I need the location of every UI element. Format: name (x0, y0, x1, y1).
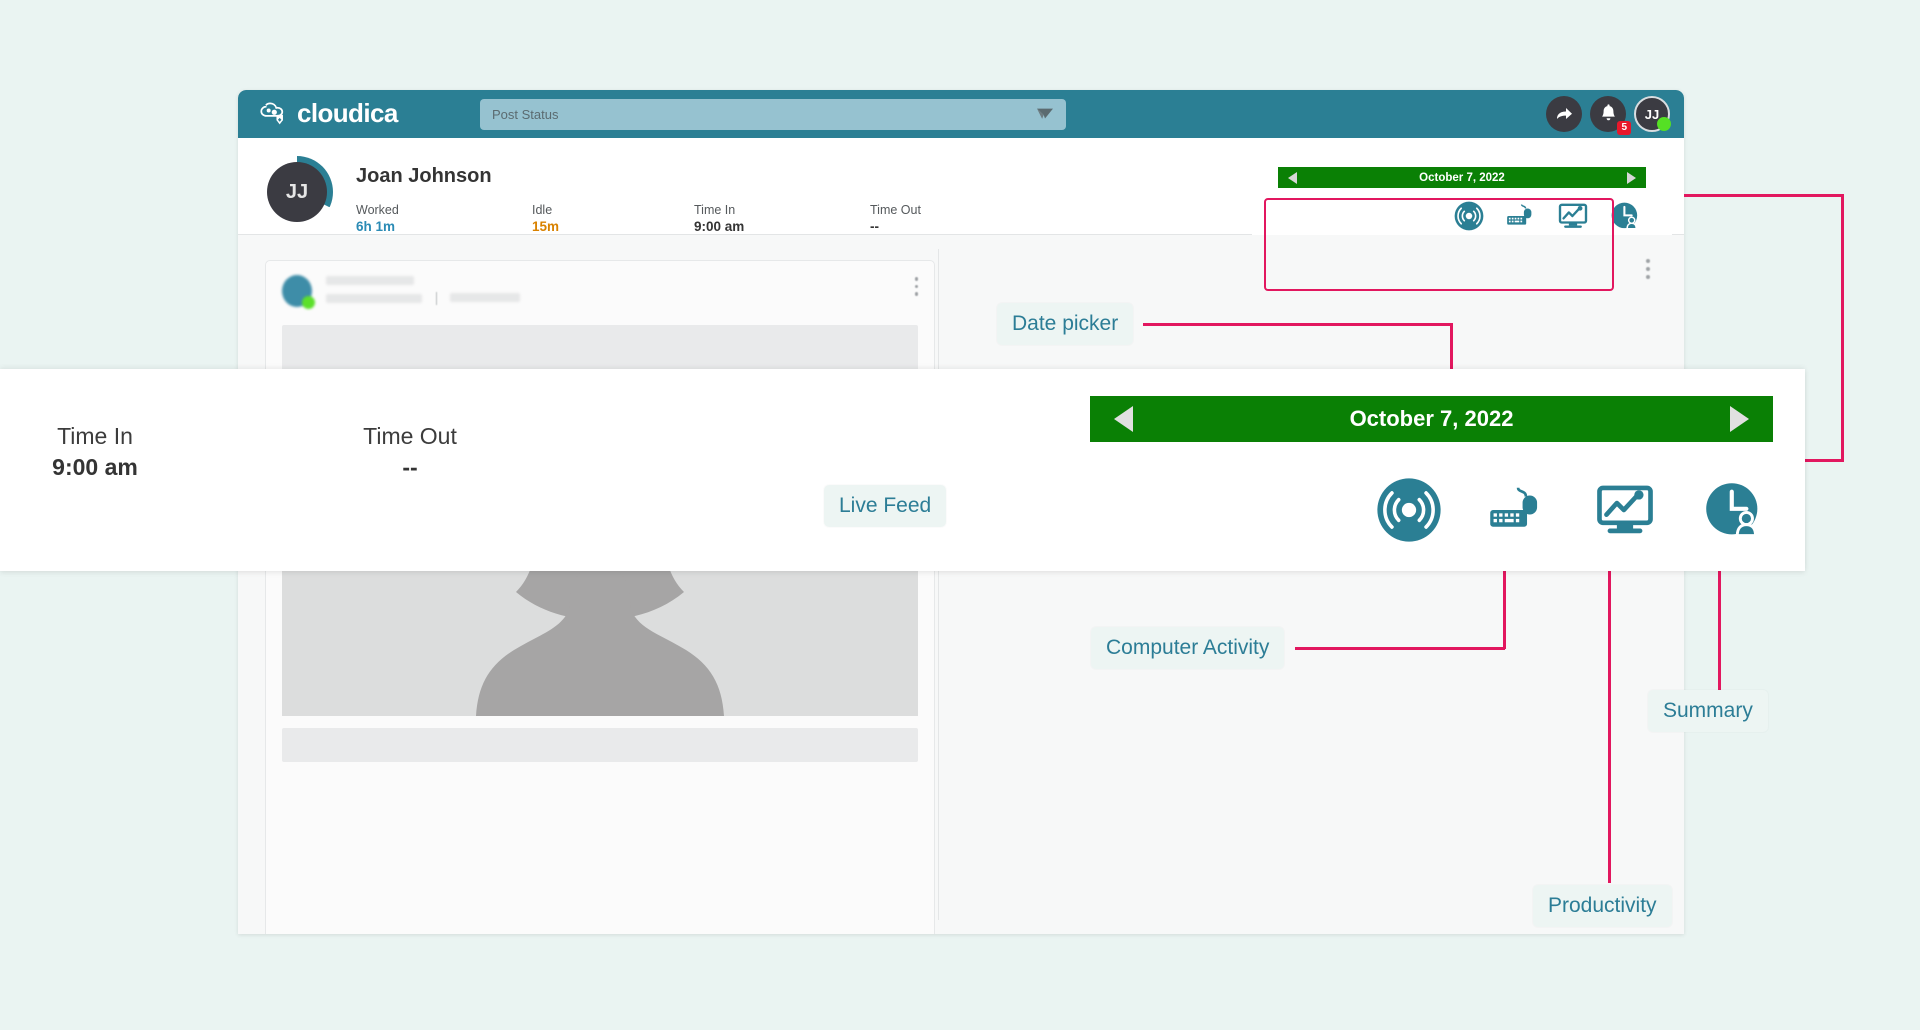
post-options-button[interactable] (914, 277, 918, 300)
online-status-dot (302, 296, 315, 309)
feed-area (238, 235, 1684, 934)
feed-post-meta (326, 276, 520, 308)
leader-line-productivity-v (1608, 530, 1611, 883)
leader-line-date-v1 (1841, 194, 1844, 461)
callout-live-feed: Live Feed (824, 485, 947, 527)
paper-plane-icon[interactable] (1036, 106, 1054, 122)
top-navigation-bar: cloudica Post Status 5 JJ (238, 90, 1684, 138)
profile-avatar-initials: JJ (267, 162, 327, 222)
magnified-date-next-icon[interactable] (1730, 406, 1749, 432)
user-avatar-button[interactable]: JJ (1634, 96, 1671, 132)
view-tool-panel: October 7, 2022 (1252, 159, 1672, 243)
magnified-time-out-label: Time Out (363, 423, 457, 449)
topbar-actions: 5 JJ (1546, 96, 1671, 135)
profile-header: JJ Joan Johnson Worked 6h 1m Idle 15m Ti… (238, 138, 1684, 243)
feed-column-divider (938, 249, 939, 920)
productivity-icon (1597, 485, 1653, 534)
profile-stats: Worked 6h 1m Idle 15m Time In 9:00 am Ti… (356, 202, 1020, 236)
magnified-time-out-value: -- (402, 454, 418, 480)
leader-line-date-h1 (1684, 194, 1844, 197)
magnified-view-mode-icons (1355, 477, 1787, 543)
share-button[interactable] (1546, 96, 1582, 132)
magnified-date-picker-label: October 7, 2022 (1349, 406, 1514, 431)
feed-options-button[interactable] (1646, 259, 1650, 283)
kebab-dot (914, 292, 918, 296)
stat-idle: Idle 15m (532, 202, 694, 236)
stat-time-in-label: Time In (694, 203, 736, 217)
post-status-input[interactable]: Post Status (480, 99, 1066, 130)
stat-worked-label: Worked (356, 203, 399, 217)
profile-name: Joan Johnson (356, 165, 492, 187)
screenshot-root: cloudica Post Status 5 JJ JJ Joan Johnso… (0, 0, 1920, 1030)
magnified-summary-button[interactable] (1679, 482, 1787, 538)
callout-summary: Summary (1648, 690, 1768, 732)
cloud-logo-icon (260, 102, 284, 125)
meta-divider (436, 292, 438, 305)
live-feed-button[interactable] (1454, 201, 1484, 231)
summary-button[interactable] (1610, 201, 1640, 231)
post-footer-placeholder (282, 728, 918, 762)
feed-post-avatar (282, 275, 316, 309)
post-text-placeholder (282, 325, 918, 371)
notification-badge: 5 (1617, 121, 1631, 135)
date-picker-label: October 7, 2022 (1419, 171, 1505, 184)
stat-time-in-value: 9:00 am (694, 219, 745, 234)
magnified-time-in-label: Time In (57, 423, 133, 449)
computer-activity-icon (1507, 204, 1532, 225)
kebab-dot (1646, 259, 1650, 263)
view-mode-icons (1454, 201, 1640, 231)
brand-name: cloudica (297, 98, 398, 128)
stat-worked-value: 6h 1m (356, 219, 396, 234)
share-arrow-icon (1557, 108, 1572, 119)
kebab-dot (914, 277, 918, 281)
stat-time-out: Time Out -- (870, 202, 1020, 236)
magnified-time-out: Time Out -- (340, 421, 480, 483)
magnified-productivity-button[interactable] (1571, 484, 1679, 536)
post-status-placeholder: Post Status (492, 107, 559, 122)
magnified-time-in-value: 9:00 am (52, 454, 138, 480)
live-feed-icon (1454, 201, 1484, 231)
feed-post-header (266, 261, 934, 309)
computer-activity-button[interactable] (1506, 201, 1536, 231)
stat-time-in: Time In 9:00 am (694, 202, 870, 236)
summary-icon (1611, 202, 1638, 230)
callout-productivity: Productivity (1533, 885, 1672, 927)
productivity-button[interactable] (1558, 201, 1588, 231)
magnified-time-in: Time In 9:00 am (45, 421, 145, 483)
magnified-date-prev-icon[interactable] (1114, 406, 1133, 432)
callout-computer-activity: Computer Activity (1091, 627, 1285, 669)
date-next-icon[interactable] (1627, 171, 1636, 184)
magnified-live-feed-button[interactable] (1355, 477, 1463, 543)
summary-icon (1706, 483, 1758, 538)
feed-post-card (265, 260, 935, 934)
date-picker[interactable]: October 7, 2022 (1278, 167, 1646, 188)
profile-avatar: JJ (261, 156, 333, 228)
computer-activity-icon (1490, 487, 1538, 527)
stat-idle-label: Idle (532, 203, 553, 217)
placeholder-line (326, 276, 414, 285)
bell-icon (1601, 104, 1615, 121)
kebab-dot (914, 284, 918, 288)
stat-worked: Worked 6h 1m (356, 202, 532, 236)
stat-idle-value: 15m (532, 219, 560, 234)
live-feed-icon (1377, 478, 1441, 542)
kebab-dot (1646, 275, 1650, 279)
stat-time-out-value: -- (870, 219, 879, 234)
leader-line-computeractivity-h (1295, 647, 1505, 650)
online-status-dot (1657, 117, 1671, 131)
kebab-dot (1646, 267, 1650, 271)
date-prev-icon[interactable] (1288, 171, 1297, 184)
magnified-date-picker[interactable]: October 7, 2022 (1090, 396, 1773, 442)
leader-line-datepicker-h (1143, 323, 1453, 326)
avatar-initials: JJ (1644, 106, 1660, 122)
placeholder-line (326, 294, 422, 303)
stat-time-out-label: Time Out (870, 203, 921, 217)
callout-date-picker: Date picker (997, 303, 1134, 345)
magnified-computer-activity-button[interactable] (1463, 485, 1571, 535)
productivity-icon (1558, 203, 1588, 228)
brand-logo-group[interactable]: cloudica (258, 98, 458, 128)
notifications-button[interactable]: 5 (1590, 96, 1631, 135)
placeholder-line (449, 293, 520, 302)
